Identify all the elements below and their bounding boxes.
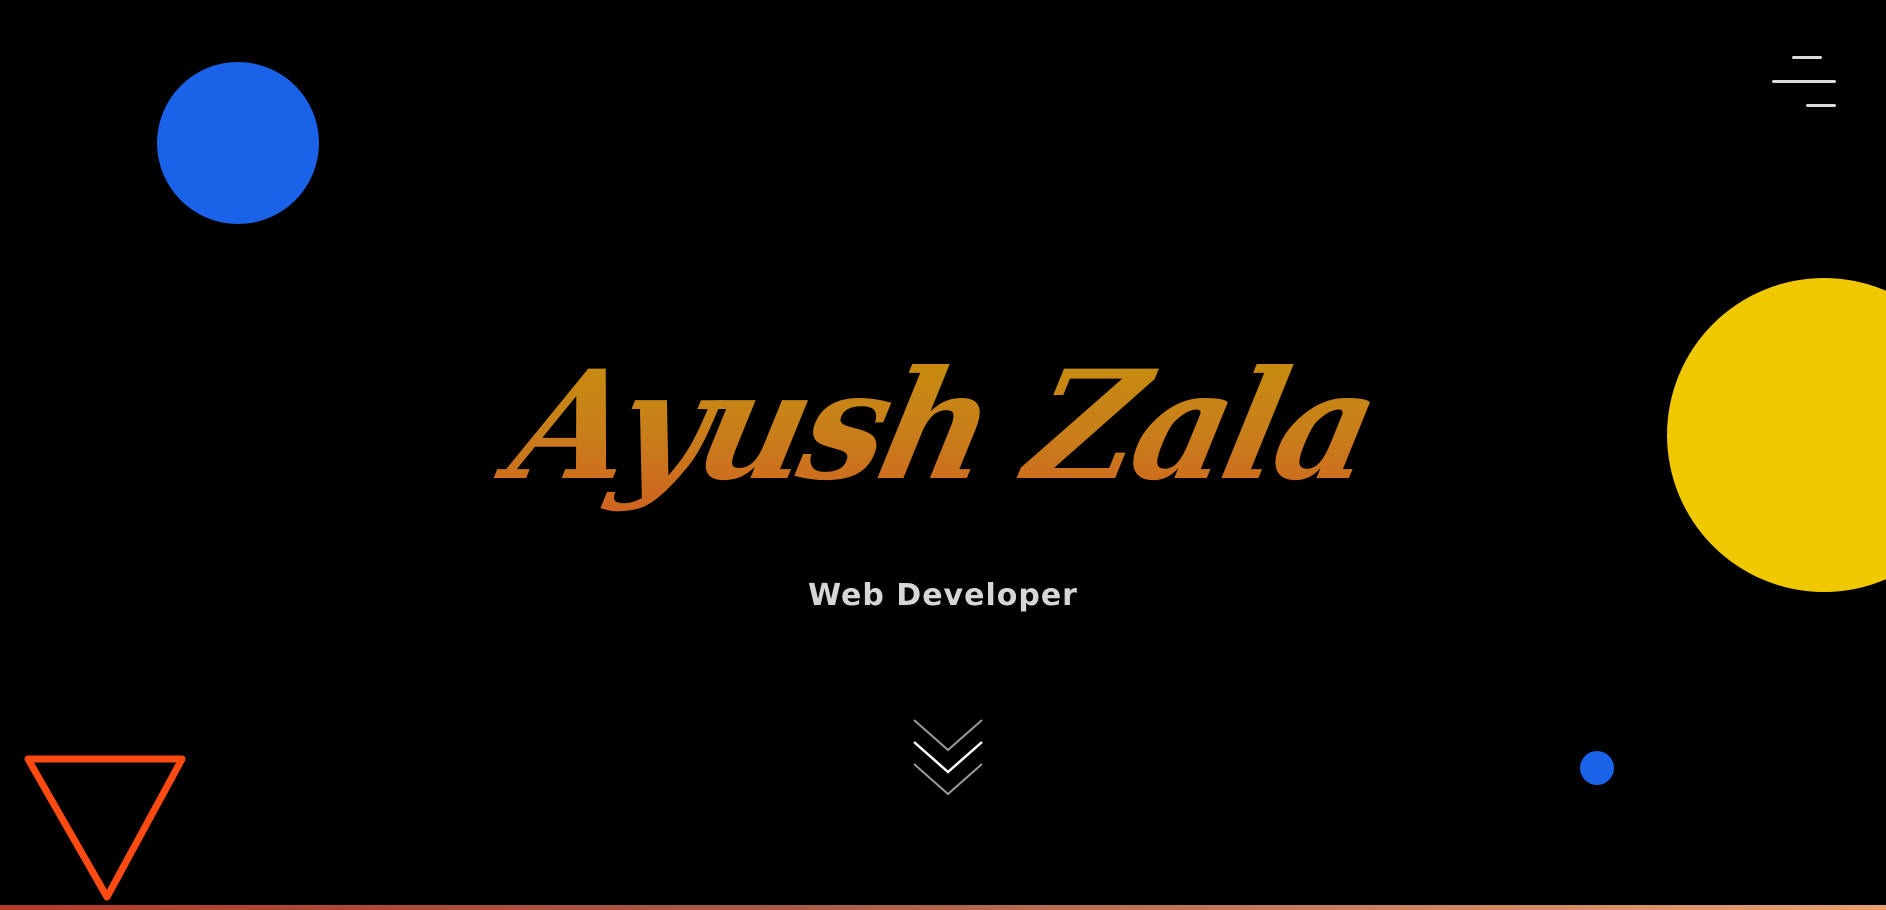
decorative-blue-circle-large xyxy=(157,62,319,224)
bottom-accent-bar xyxy=(0,905,1886,910)
hero-subtitle: Web Developer xyxy=(808,578,1078,613)
hero-section: Ayush Zala Web Developer xyxy=(0,0,1886,910)
chevron-down-triple-icon xyxy=(913,719,983,796)
menu-button[interactable] xyxy=(1770,52,1838,110)
decorative-orange-triangle xyxy=(24,755,186,901)
hero-title: Ayush Zala xyxy=(461,276,1425,576)
decorative-blue-circle-small xyxy=(1580,751,1614,785)
scroll-down-button[interactable] xyxy=(910,716,986,800)
decorative-yellow-circle xyxy=(1667,278,1886,592)
